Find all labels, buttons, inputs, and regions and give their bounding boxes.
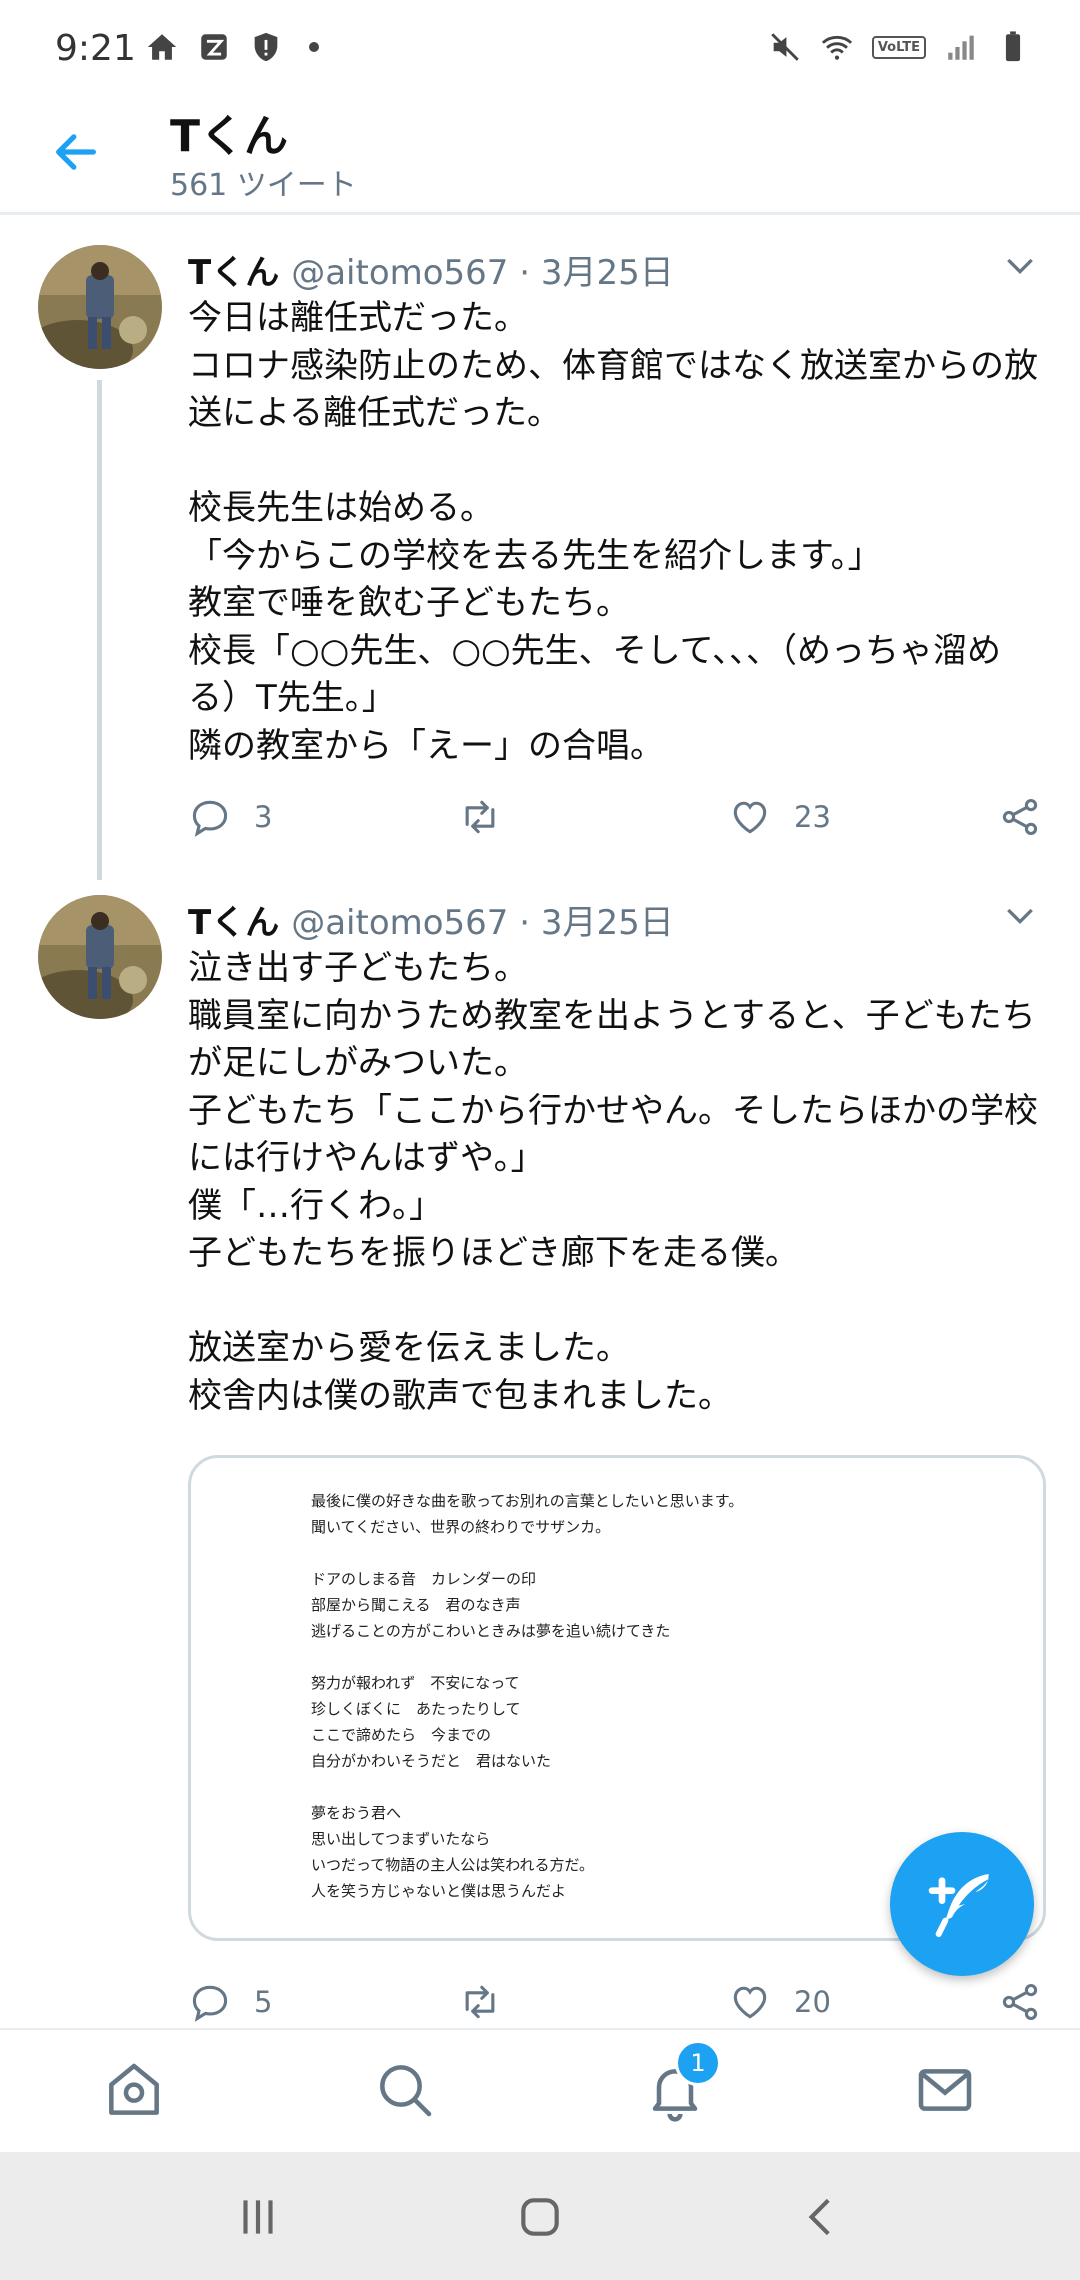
- tweet-date[interactable]: 3月25日: [541, 903, 674, 943]
- status-time: 9:21: [55, 28, 136, 69]
- reply-button[interactable]: 5: [188, 1980, 272, 2024]
- thread-line: [97, 380, 102, 880]
- separator: ·: [519, 903, 531, 943]
- chevron-down-icon[interactable]: [1000, 895, 1040, 935]
- bottom-navigation: [0, 2028, 1080, 2154]
- system-navigation-bar: [0, 2152, 1080, 2280]
- handle[interactable]: @aitomo567: [291, 903, 508, 943]
- recent-apps-icon[interactable]: [233, 2192, 283, 2242]
- retweet-icon: [465, 800, 495, 834]
- tweet-count: 561 ツイート: [170, 168, 357, 203]
- share-icon: [1002, 1983, 1038, 2021]
- back-arrow-icon[interactable]: [50, 126, 102, 178]
- tweet-text: 泣き出す子どもたち。 職員室に向かうため教室を出ようとすると、子どもたちが足にし…: [188, 948, 1038, 1416]
- tweet-text: 今日は離任式だった。 コロナ感染防止のため、体育館ではなく放送室からの放送による…: [188, 298, 1038, 766]
- wifi-icon: [821, 35, 852, 60]
- reply-icon: [192, 800, 228, 837]
- signal-icon: [948, 35, 974, 60]
- image-text: こう側で会えるかもしれません。 最後に僕の好きな曲を歌ってお別れの言葉としたいと…: [311, 1492, 744, 1900]
- reply-count: 5: [254, 1985, 273, 2019]
- like-button[interactable]: 20: [728, 1980, 831, 2024]
- home-status-icon: [147, 34, 177, 60]
- back-system-icon[interactable]: [797, 2192, 847, 2242]
- shield-alert-icon: [254, 32, 278, 62]
- retweet-button[interactable]: [458, 1980, 524, 2024]
- tweet-header: Tくん @aitomo567 · 3月25日: [188, 245, 674, 294]
- avatar-image: [38, 245, 162, 369]
- status-bar: 9:21 VoLTE: [0, 0, 1080, 100]
- profile-header: Tくん 561 ツイート: [0, 100, 1080, 215]
- avatar[interactable]: [38, 895, 162, 1019]
- notification-icons: [145, 30, 319, 64]
- like-icon: [733, 1986, 767, 2019]
- display-name[interactable]: Tくん: [188, 903, 279, 943]
- reply-count: 3: [254, 800, 273, 834]
- avatar-image: [38, 895, 162, 1019]
- like-icon: [733, 801, 767, 834]
- battery-icon: [1005, 31, 1021, 62]
- tweet-actions: 3 23: [188, 795, 1048, 855]
- tweet-date[interactable]: 3月25日: [541, 253, 674, 293]
- reply-icon: [192, 1985, 228, 2022]
- mute-icon: [771, 33, 799, 61]
- separator: ·: [519, 253, 531, 293]
- handle[interactable]: @aitomo567: [291, 253, 508, 293]
- home-icon[interactable]: [102, 2058, 166, 2122]
- home-system-icon[interactable]: [515, 2192, 565, 2242]
- like-count: 23: [794, 800, 831, 834]
- share-button[interactable]: [998, 1980, 1042, 2024]
- app-status-icon: [201, 34, 227, 60]
- avatar[interactable]: [38, 245, 162, 369]
- retweet-icon: [465, 1985, 495, 2019]
- like-button[interactable]: 23: [728, 795, 831, 839]
- more-notifications-dot: [309, 42, 319, 52]
- notification-badge: 1: [675, 2040, 721, 2086]
- page-title: Tくん: [170, 111, 289, 162]
- chevron-down-icon[interactable]: [1000, 245, 1040, 285]
- share-icon: [1002, 798, 1038, 836]
- tweet-header: Tくん @aitomo567 · 3月25日: [188, 895, 674, 944]
- search-icon[interactable]: [373, 2058, 437, 2122]
- display-name[interactable]: Tくん: [188, 253, 279, 293]
- messages-icon[interactable]: [913, 2058, 977, 2122]
- compose-tweet-button[interactable]: [890, 1832, 1034, 1976]
- reply-button[interactable]: 3: [188, 795, 272, 839]
- compose-tweet-icon: [928, 1874, 989, 1937]
- system-icons: VoLTE: [768, 30, 1030, 64]
- like-count: 20: [794, 1985, 831, 2019]
- retweet-button[interactable]: [458, 795, 524, 839]
- volte-badge: VoLTE: [871, 35, 926, 59]
- share-button[interactable]: [998, 795, 1042, 839]
